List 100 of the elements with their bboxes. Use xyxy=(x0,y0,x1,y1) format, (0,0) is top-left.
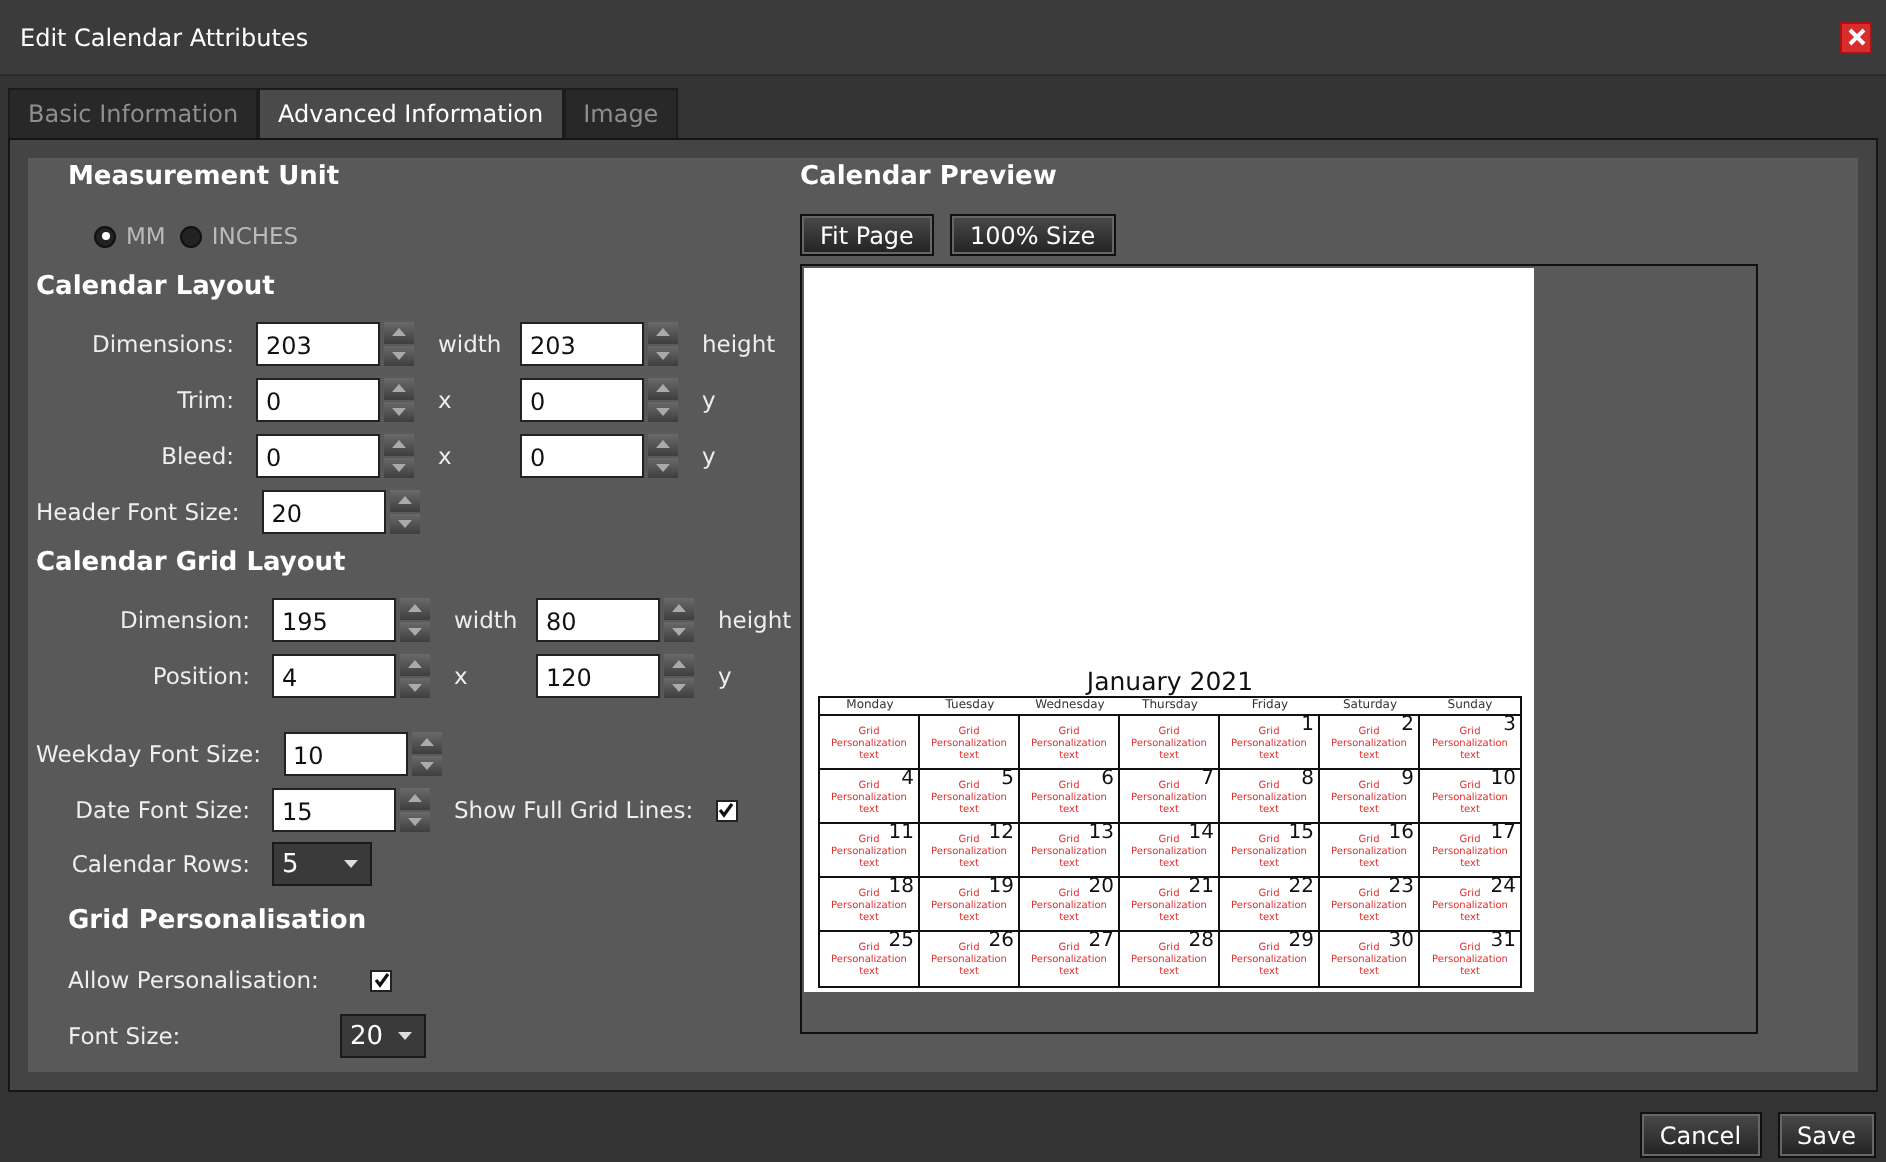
decrement-button[interactable] xyxy=(384,345,414,366)
up-triangle-icon xyxy=(419,738,433,747)
down-triangle-icon xyxy=(397,519,412,528)
decrement-button[interactable] xyxy=(411,755,441,776)
down-triangle-icon xyxy=(672,627,686,636)
field-label: Bleed: xyxy=(159,442,234,470)
down-triangle-icon xyxy=(672,683,686,692)
increment-button[interactable] xyxy=(389,490,420,511)
field-label: Font Size: xyxy=(68,1022,183,1050)
date-number: 21 xyxy=(1188,876,1214,898)
checkmark-icon xyxy=(373,972,389,988)
up-triangle-icon xyxy=(408,660,422,669)
decrement-button[interactable] xyxy=(384,457,414,478)
number-field[interactable]: 0 xyxy=(256,378,380,422)
date-number: 16 xyxy=(1388,822,1414,844)
dialog-button[interactable]: Save xyxy=(1777,1112,1876,1158)
increment-button[interactable] xyxy=(664,598,694,619)
section-heading: Calendar Preview xyxy=(800,160,1059,196)
increment-button[interactable] xyxy=(384,378,414,399)
date-number: 18 xyxy=(888,876,914,898)
down-triangle-icon xyxy=(408,627,422,636)
number-field[interactable]: 203 xyxy=(256,322,380,366)
date-number: 4 xyxy=(901,768,914,790)
increment-button[interactable] xyxy=(648,434,678,455)
decrement-button[interactable] xyxy=(400,677,430,698)
section-heading: Measurement Unit xyxy=(66,160,342,196)
tab[interactable]: Advanced Information xyxy=(258,88,564,138)
increment-button[interactable] xyxy=(648,378,678,399)
decrement-button[interactable] xyxy=(400,811,430,832)
number-field[interactable]: 0 xyxy=(520,434,644,478)
down-triangle-icon xyxy=(408,817,422,826)
decrement-button[interactable] xyxy=(389,513,420,534)
field-label: Dimension: xyxy=(117,606,250,634)
increment-button[interactable] xyxy=(384,434,414,455)
field-label: Date Font Size: xyxy=(73,796,250,824)
date-number: 29 xyxy=(1288,930,1314,952)
zoom-button[interactable]: Fit Page xyxy=(800,214,934,256)
date-number: 24 xyxy=(1490,876,1516,898)
dialog-button[interactable]: Cancel xyxy=(1639,1112,1762,1158)
number-field[interactable]: 203 xyxy=(520,322,644,366)
number-field[interactable]: 15 xyxy=(272,788,396,832)
checkbox[interactable] xyxy=(715,799,738,821)
date-number: 31 xyxy=(1490,930,1516,952)
decrement-button[interactable] xyxy=(664,621,694,642)
date-number: 19 xyxy=(988,876,1014,898)
radio-button[interactable] xyxy=(94,225,116,247)
caret-icon xyxy=(398,1032,412,1040)
unit-label: x xyxy=(436,386,454,414)
number-field[interactable]: 20 xyxy=(261,490,386,534)
up-triangle-icon xyxy=(672,660,686,669)
up-triangle-icon xyxy=(392,440,406,449)
increment-button[interactable] xyxy=(400,654,430,675)
field-label: Weekday Font Size: xyxy=(36,740,261,768)
up-triangle-icon xyxy=(408,794,422,803)
unit-label: width xyxy=(452,606,520,634)
up-triangle-icon xyxy=(656,328,670,337)
caret-icon xyxy=(344,860,358,868)
dropdown[interactable]: 5 xyxy=(272,842,372,886)
field-label: Calendar Rows: xyxy=(69,850,250,878)
field-label: Trim: xyxy=(175,386,234,414)
decrement-button[interactable] xyxy=(400,621,430,642)
checkbox[interactable] xyxy=(370,969,392,991)
tab[interactable]: Image xyxy=(563,88,679,138)
unit-label: height xyxy=(700,330,778,358)
number-field[interactable]: 10 xyxy=(283,732,407,776)
date-number: 10 xyxy=(1490,768,1516,790)
down-triangle-icon xyxy=(656,407,670,416)
checkmark-icon xyxy=(718,802,735,818)
date-number: 1 xyxy=(1301,714,1314,736)
number-field[interactable]: 80 xyxy=(536,598,660,642)
up-triangle-icon xyxy=(656,384,670,393)
up-triangle-icon xyxy=(408,604,422,613)
increment-button[interactable] xyxy=(664,654,694,675)
dropdown[interactable]: 20 xyxy=(340,1014,426,1058)
increment-button[interactable] xyxy=(400,598,430,619)
decrement-button[interactable] xyxy=(648,401,678,422)
tab[interactable]: Basic Information xyxy=(8,88,259,138)
decrement-button[interactable] xyxy=(384,401,414,422)
radio-button[interactable] xyxy=(179,225,202,247)
field-label: Dimensions: xyxy=(90,330,234,358)
increment-button[interactable] xyxy=(411,732,441,753)
increment-button[interactable] xyxy=(384,322,414,343)
down-triangle-icon xyxy=(392,407,406,416)
decrement-button[interactable] xyxy=(648,345,678,366)
date-number: 27 xyxy=(1088,930,1114,952)
decrement-button[interactable] xyxy=(648,457,678,478)
number-field[interactable]: 4 xyxy=(272,654,396,698)
field-label: Position: xyxy=(150,662,250,690)
unit-label: y xyxy=(700,442,718,470)
up-triangle-icon xyxy=(392,384,406,393)
date-number: 17 xyxy=(1490,822,1516,844)
number-field[interactable]: 0 xyxy=(256,434,380,478)
increment-button[interactable] xyxy=(400,788,430,809)
number-field[interactable]: 0 xyxy=(520,378,644,422)
close-button[interactable] xyxy=(1840,21,1872,53)
number-field[interactable]: 195 xyxy=(272,598,396,642)
increment-button[interactable] xyxy=(648,322,678,343)
zoom-button[interactable]: 100% Size xyxy=(949,214,1116,256)
number-field[interactable]: 120 xyxy=(536,654,660,698)
decrement-button[interactable] xyxy=(664,677,694,698)
